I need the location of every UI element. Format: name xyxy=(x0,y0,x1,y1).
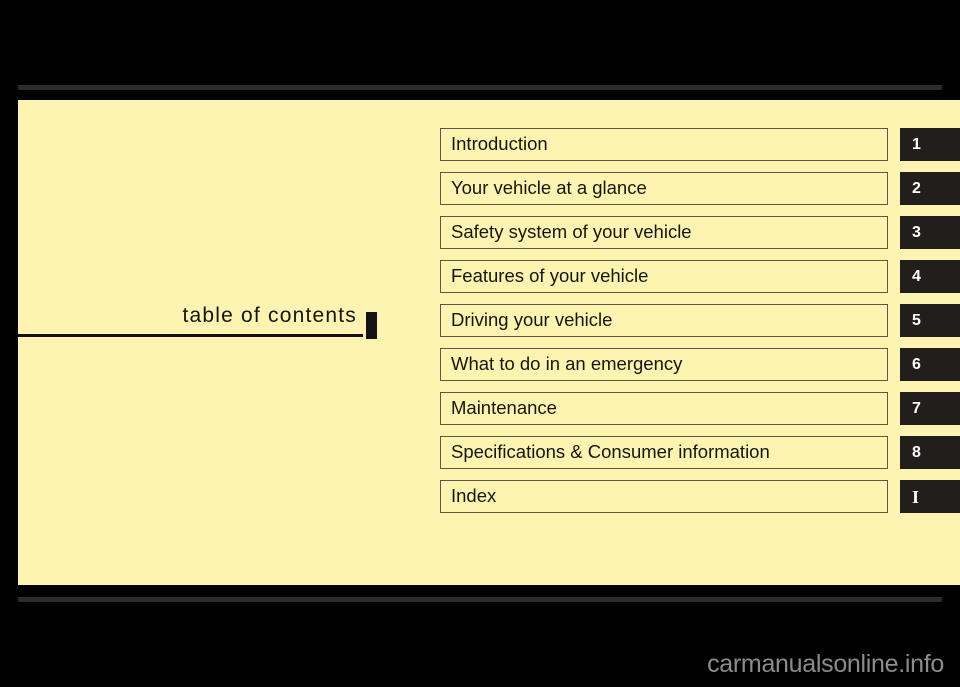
toc-tab-4[interactable]: 4 xyxy=(900,260,960,293)
toc-entry-label: Introduction xyxy=(451,133,548,155)
top-rule xyxy=(18,85,942,90)
page-title: table of contents xyxy=(182,304,357,327)
toc-entry-label: Specifications & Consumer information xyxy=(451,441,770,463)
toc-tab-8[interactable]: 8 xyxy=(900,436,960,469)
toc-tab-3[interactable]: 3 xyxy=(900,216,960,249)
table-of-contents-list: Introduction 1 Your vehicle at a glance … xyxy=(440,128,960,524)
toc-entry-index[interactable]: Index xyxy=(440,480,888,513)
toc-entry-label: Your vehicle at a glance xyxy=(451,177,647,199)
toc-tab-index[interactable]: I xyxy=(900,480,960,513)
toc-row: What to do in an emergency 6 xyxy=(440,348,960,381)
toc-entry-specifications-and-consumer-information[interactable]: Specifications & Consumer information xyxy=(440,436,888,469)
toc-entry-label: What to do in an emergency xyxy=(451,353,683,375)
toc-entry-features-of-your-vehicle[interactable]: Features of your vehicle xyxy=(440,260,888,293)
toc-entry-label: Maintenance xyxy=(451,397,557,419)
heading-marker-square xyxy=(366,312,377,339)
bottom-rule xyxy=(18,597,942,602)
toc-tab-1[interactable]: 1 xyxy=(900,128,960,161)
toc-row: Features of your vehicle 4 xyxy=(440,260,960,293)
toc-row: Maintenance 7 xyxy=(440,392,960,425)
toc-tab-number: 4 xyxy=(912,267,921,285)
manual-page: table of contents Introduction 1 Your ve… xyxy=(0,0,960,687)
toc-entry-label: Safety system of your vehicle xyxy=(451,221,692,243)
toc-tab-number: 7 xyxy=(912,399,921,417)
toc-tab-2[interactable]: 2 xyxy=(900,172,960,205)
toc-row: Driving your vehicle 5 xyxy=(440,304,960,337)
toc-entry-what-to-do-in-an-emergency[interactable]: What to do in an emergency xyxy=(440,348,888,381)
toc-row: Your vehicle at a glance 2 xyxy=(440,172,960,205)
toc-tab-number: 3 xyxy=(912,223,921,241)
watermark-text: carmanualsonline.info xyxy=(707,650,944,678)
toc-entry-label: Index xyxy=(451,485,497,507)
toc-tab-5[interactable]: 5 xyxy=(900,304,960,337)
toc-tab-number: 6 xyxy=(912,355,921,373)
toc-tab-number: 8 xyxy=(912,443,921,461)
toc-tab-6[interactable]: 6 xyxy=(900,348,960,381)
table-of-contents-heading: table of contents xyxy=(18,295,363,337)
toc-tab-7[interactable]: 7 xyxy=(900,392,960,425)
toc-entry-label: Driving your vehicle xyxy=(451,309,613,331)
toc-entry-your-vehicle-at-a-glance[interactable]: Your vehicle at a glance xyxy=(440,172,888,205)
toc-tab-number: 1 xyxy=(912,135,921,153)
toc-entry-driving-your-vehicle[interactable]: Driving your vehicle xyxy=(440,304,888,337)
toc-tab-number: 5 xyxy=(912,311,921,329)
toc-entry-label: Features of your vehicle xyxy=(451,265,649,287)
content-panel: table of contents Introduction 1 Your ve… xyxy=(18,100,960,585)
toc-tab-number: 2 xyxy=(912,179,921,197)
toc-tab-number: I xyxy=(912,486,920,507)
toc-entry-introduction[interactable]: Introduction xyxy=(440,128,888,161)
toc-entry-maintenance[interactable]: Maintenance xyxy=(440,392,888,425)
toc-row: Index I xyxy=(440,480,960,513)
toc-row: Specifications & Consumer information 8 xyxy=(440,436,960,469)
toc-entry-safety-system-of-your-vehicle[interactable]: Safety system of your vehicle xyxy=(440,216,888,249)
toc-row: Safety system of your vehicle 3 xyxy=(440,216,960,249)
toc-row: Introduction 1 xyxy=(440,128,960,161)
